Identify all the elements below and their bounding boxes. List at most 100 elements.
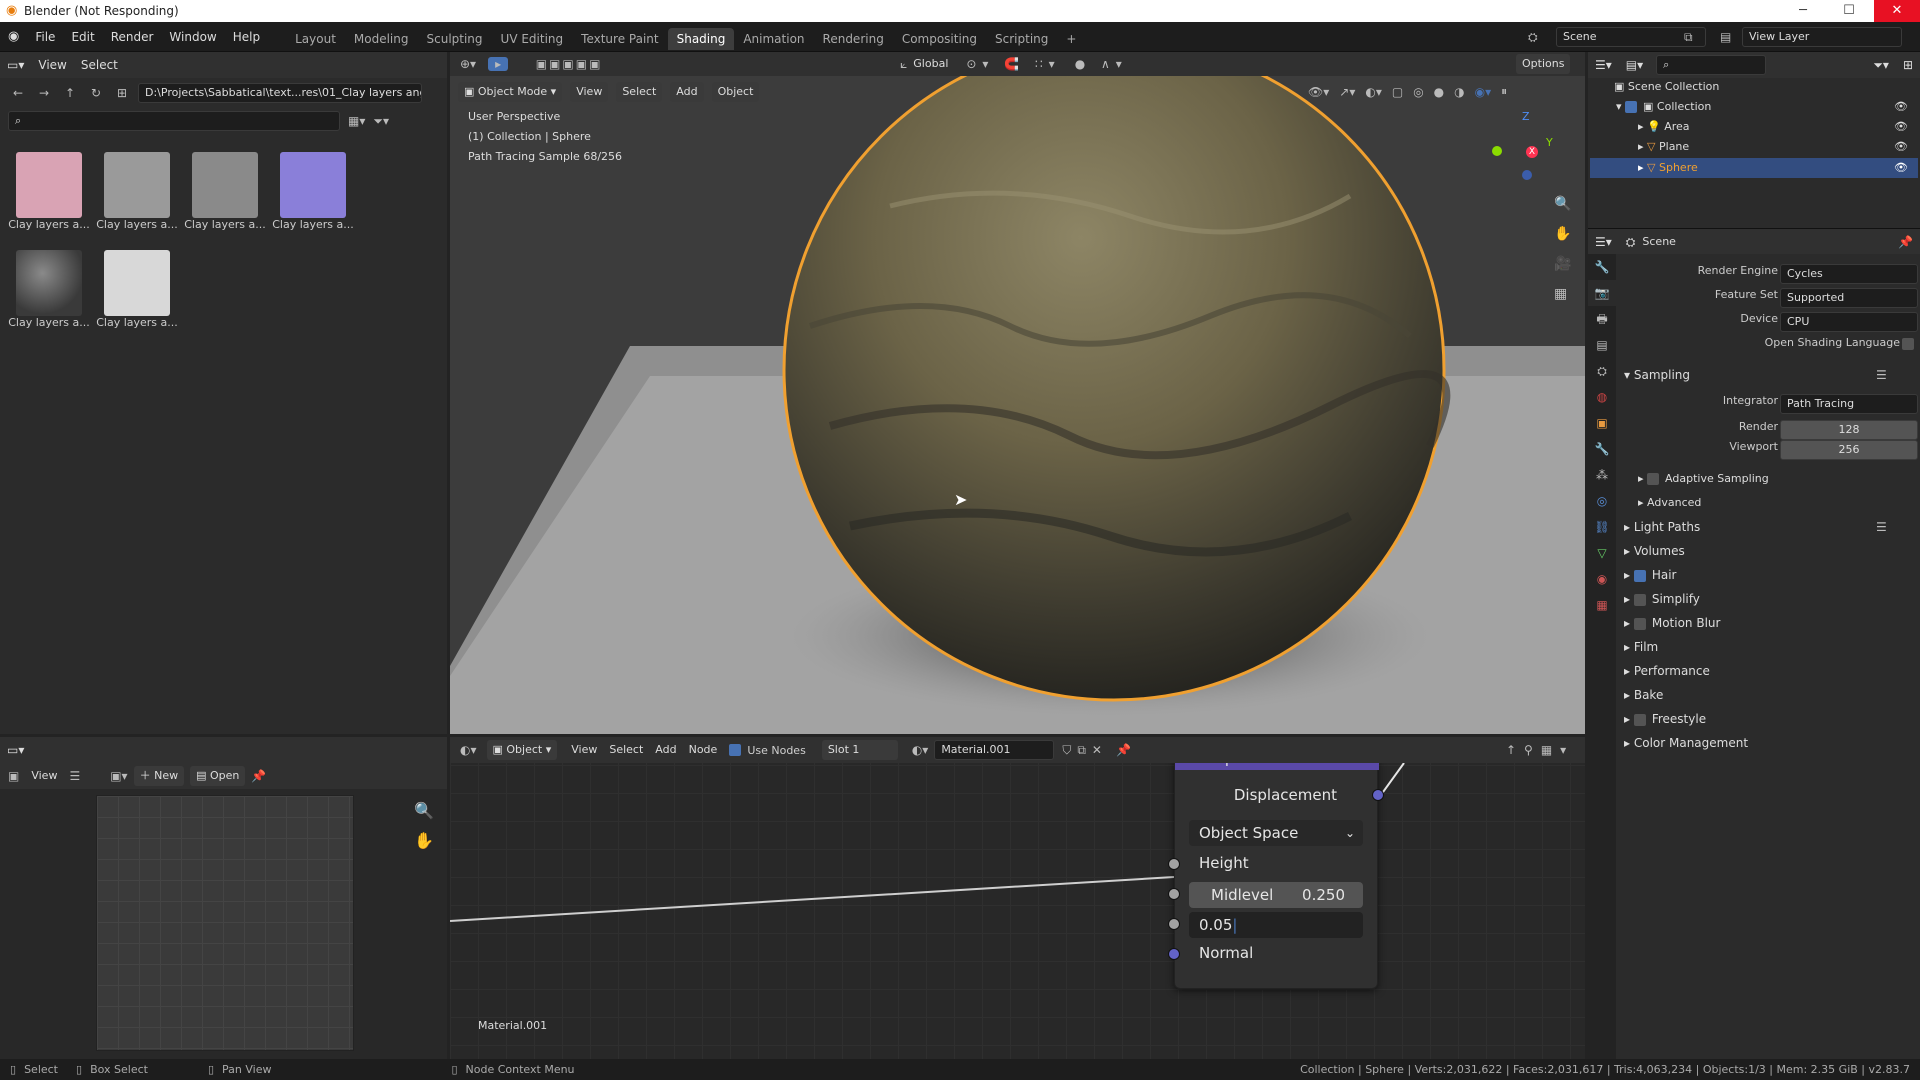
pan-hand-icon[interactable]: ✋ <box>414 831 434 850</box>
overlay-toggle-icon[interactable]: ◐▾ <box>1365 85 1382 99</box>
new-image-button[interactable]: ＋ New <box>133 766 185 786</box>
eye-icon[interactable]: 👁 <box>1894 100 1908 113</box>
node-editor-canvas[interactable]: ▾Displacement Displacement Object Space⌄… <box>450 737 1585 1059</box>
simplify-checkbox[interactable] <box>1633 593 1646 606</box>
3d-viewport[interactable]: ▣ Object Mode ▾ View Select Add Object 👁… <box>450 76 1585 734</box>
displacement-node[interactable]: ▾Displacement Displacement Object Space⌄… <box>1168 748 1384 989</box>
parent-node-tree-icons[interactable]: ↑⚲▦▾ <box>1506 743 1574 757</box>
slot-dropdown[interactable]: Slot 1 <box>821 740 898 760</box>
select-mode-icons[interactable]: ▣▣▣▣▣ <box>524 57 614 71</box>
forward-arrow-icon[interactable]: → <box>34 86 54 100</box>
simplify-section-header[interactable]: ▸ Simplify <box>1624 592 1700 612</box>
constraints-tab-icon[interactable]: ⛓ <box>1588 514 1616 540</box>
gizmo-toggle-icon[interactable]: ↗▾ <box>1339 85 1355 99</box>
outliner-root[interactable]: ▣ Scene Collection <box>1614 80 1719 93</box>
blender-menu-icon[interactable]: ◉ <box>0 29 27 44</box>
thumbnail-item[interactable]: Clay layers a... <box>94 152 180 231</box>
osl-checkbox[interactable] <box>1902 338 1914 350</box>
tab-layout[interactable]: Layout <box>286 28 345 50</box>
tab-animation[interactable]: Animation <box>734 28 813 50</box>
new-scene-icon[interactable]: ⧉ <box>1684 30 1693 45</box>
close-button[interactable]: ✕ <box>1874 0 1920 22</box>
outliner-row[interactable]: ▸ 💡 Area 👁 <box>1638 120 1916 133</box>
presets-list-icon[interactable]: ☰ <box>1876 368 1887 382</box>
node-add-menu[interactable]: Add <box>649 740 682 760</box>
motion-blur-section-header[interactable]: ▸ Motion Blur <box>1624 616 1720 636</box>
modifier-tab-icon[interactable]: 🔧 <box>1588 436 1616 462</box>
thumbnail-item[interactable]: Clay layers a... <box>6 152 92 231</box>
add-workspace-button[interactable]: + <box>1057 28 1085 50</box>
xray-icon[interactable]: ▢ <box>1392 85 1403 99</box>
display-mode-icon[interactable]: ▦▾ <box>348 114 365 128</box>
zoom-icon[interactable]: 🔍 <box>1554 196 1571 226</box>
pin-icon[interactable]: 📌 <box>1116 743 1131 757</box>
new-folder-icon[interactable]: ⊞ <box>112 86 132 100</box>
pin-icon[interactable]: 📌 <box>251 769 266 783</box>
snap-pivot-icons[interactable]: ⊙▾ 🧲 ∷▾ <box>966 57 1060 71</box>
visibility-icon[interactable]: 👁▾ <box>1308 85 1329 99</box>
editor-type-icon[interactable]: ☰▾ <box>1588 52 1619 78</box>
scale-input-socket[interactable] <box>1168 918 1180 930</box>
tab-rendering[interactable]: Rendering <box>814 28 893 50</box>
object-mode-dropdown[interactable]: ▣ Object Mode ▾ <box>458 82 563 102</box>
refresh-icon[interactable]: ↻ <box>86 86 106 100</box>
tab-shading[interactable]: Shading <box>667 27 735 50</box>
midlevel-input-socket[interactable] <box>1168 888 1180 900</box>
editor-type-icon[interactable]: ⊕▾ <box>460 57 476 71</box>
advanced-subpanel[interactable]: ▸ Advanced <box>1638 496 1701 516</box>
gizmo-x-axis[interactable]: X <box>1526 146 1538 158</box>
viewport-select-menu[interactable]: Select <box>616 82 663 102</box>
ortho-grid-icon[interactable]: ▦ <box>1554 286 1567 316</box>
viewport-add-menu[interactable]: Add <box>670 82 704 102</box>
outliner-row[interactable]: ▾ ▣ Collection 👁 <box>1616 100 1916 113</box>
filter-icon[interactable]: ⏷▾ <box>373 114 389 129</box>
height-input-socket[interactable] <box>1168 858 1180 870</box>
performance-section-header[interactable]: ▸ Performance <box>1624 664 1710 684</box>
thumbnail-item[interactable]: Clay layers a... <box>270 152 356 231</box>
outliner-search-input[interactable]: ⌕ <box>1656 55 1767 75</box>
include-checkbox[interactable] <box>1625 101 1638 113</box>
menu-help[interactable]: Help <box>225 22 268 52</box>
viewport-view-menu[interactable]: View <box>570 82 609 102</box>
eye-icon[interactable]: 👁 <box>1894 120 1908 133</box>
gizmo-z-axis[interactable]: Z <box>1522 110 1530 123</box>
material-browse-icon[interactable]: ◐▾ <box>912 743 929 757</box>
render-samples-field[interactable]: 128 <box>1780 420 1918 440</box>
tab-texture-paint[interactable]: Texture Paint <box>572 28 667 50</box>
render-engine-dropdown[interactable]: Cycles <box>1780 264 1918 284</box>
solid-shading-icon[interactable]: ● <box>1434 85 1444 99</box>
volumes-section-header[interactable]: ▸ Volumes <box>1624 544 1685 564</box>
outliner-row[interactable]: ▸ ▽ Plane 👁 <box>1638 140 1916 153</box>
display-mode-icon[interactable]: ▤▾ <box>1619 52 1650 78</box>
feature-set-dropdown[interactable]: Supported <box>1780 288 1918 308</box>
view-layer-tab-icon[interactable]: ▤ <box>1588 332 1616 358</box>
normal-input-socket[interactable] <box>1168 948 1180 960</box>
editor-type-icon[interactable]: ☰▾ <box>1588 229 1619 255</box>
output-tab-icon[interactable]: 🖶 <box>1588 306 1616 332</box>
material-shading-icon[interactable]: ◑ <box>1454 85 1464 99</box>
data-tab-icon[interactable]: ▽ <box>1588 540 1616 566</box>
object-tab-icon[interactable]: ▣ <box>1588 410 1616 436</box>
tab-modeling[interactable]: Modeling <box>345 28 418 50</box>
open-image-button[interactable]: ▤ Open <box>190 766 246 786</box>
gizmo-neg-z-icon[interactable] <box>1522 170 1532 180</box>
adaptive-sampling-checkbox[interactable] <box>1647 473 1660 485</box>
rendered-shading-icon[interactable]: ◉▾ <box>1475 85 1492 99</box>
zoom-icon[interactable]: 🔍 <box>414 801 434 820</box>
space-dropdown[interactable]: Object Space ⌄ <box>1189 820 1363 846</box>
minimize-button[interactable]: ─ <box>1780 0 1826 22</box>
pause-render-icon[interactable]: ⏸ <box>1501 84 1507 99</box>
tab-uv-editing[interactable]: UV Editing <box>492 28 573 50</box>
shader-type-dropdown[interactable]: ▣ Object ▾ <box>486 740 558 760</box>
new-collection-icon[interactable]: ⊞ <box>1896 52 1920 78</box>
menu-render[interactable]: Render <box>103 22 162 52</box>
path-field[interactable]: D:\Projects\Sabbatical\text...res\01_Cla… <box>138 83 422 103</box>
file-select-menu[interactable]: Select <box>74 52 125 78</box>
menu-file[interactable]: File <box>27 22 63 52</box>
physics-tab-icon[interactable]: ◎ <box>1588 488 1616 514</box>
scene-icon[interactable]: ⛭ <box>1528 30 1538 45</box>
file-view-menu[interactable]: View <box>31 52 73 78</box>
proportional-edit-icons[interactable]: ● ∧▾ <box>1075 57 1128 71</box>
scale-field[interactable]: 0.05| <box>1189 912 1363 938</box>
orientation-icon[interactable]: ⟀ <box>900 57 907 72</box>
